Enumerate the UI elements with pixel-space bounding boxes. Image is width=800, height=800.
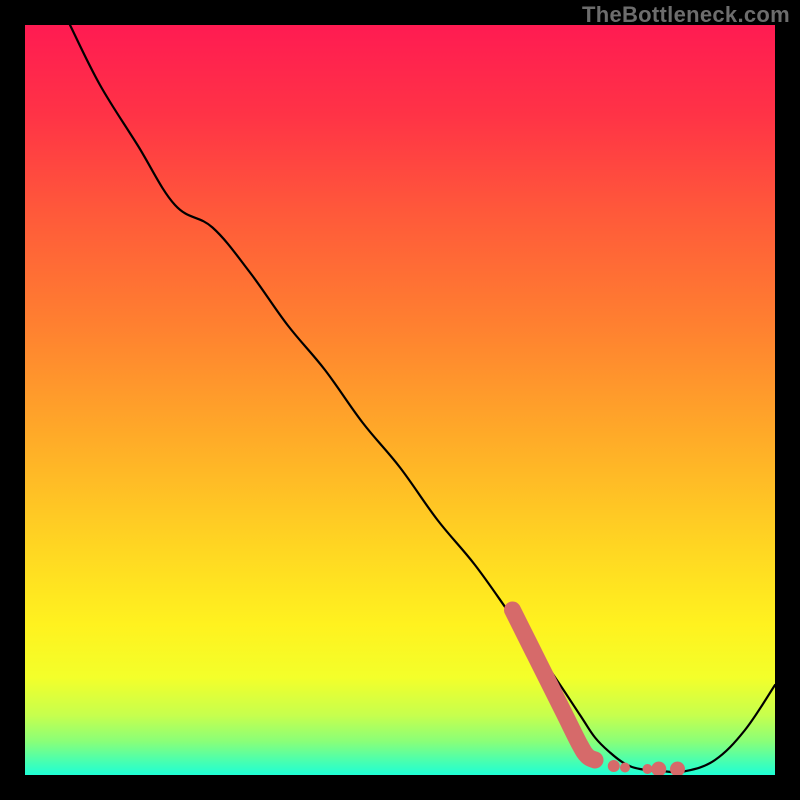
plot-area bbox=[25, 25, 775, 775]
outer-frame: TheBottleneck.com bbox=[0, 0, 800, 800]
highlight-dots bbox=[608, 760, 685, 775]
main-curve bbox=[70, 25, 775, 772]
highlight-segment bbox=[513, 610, 596, 760]
chart-overlay bbox=[25, 25, 775, 775]
